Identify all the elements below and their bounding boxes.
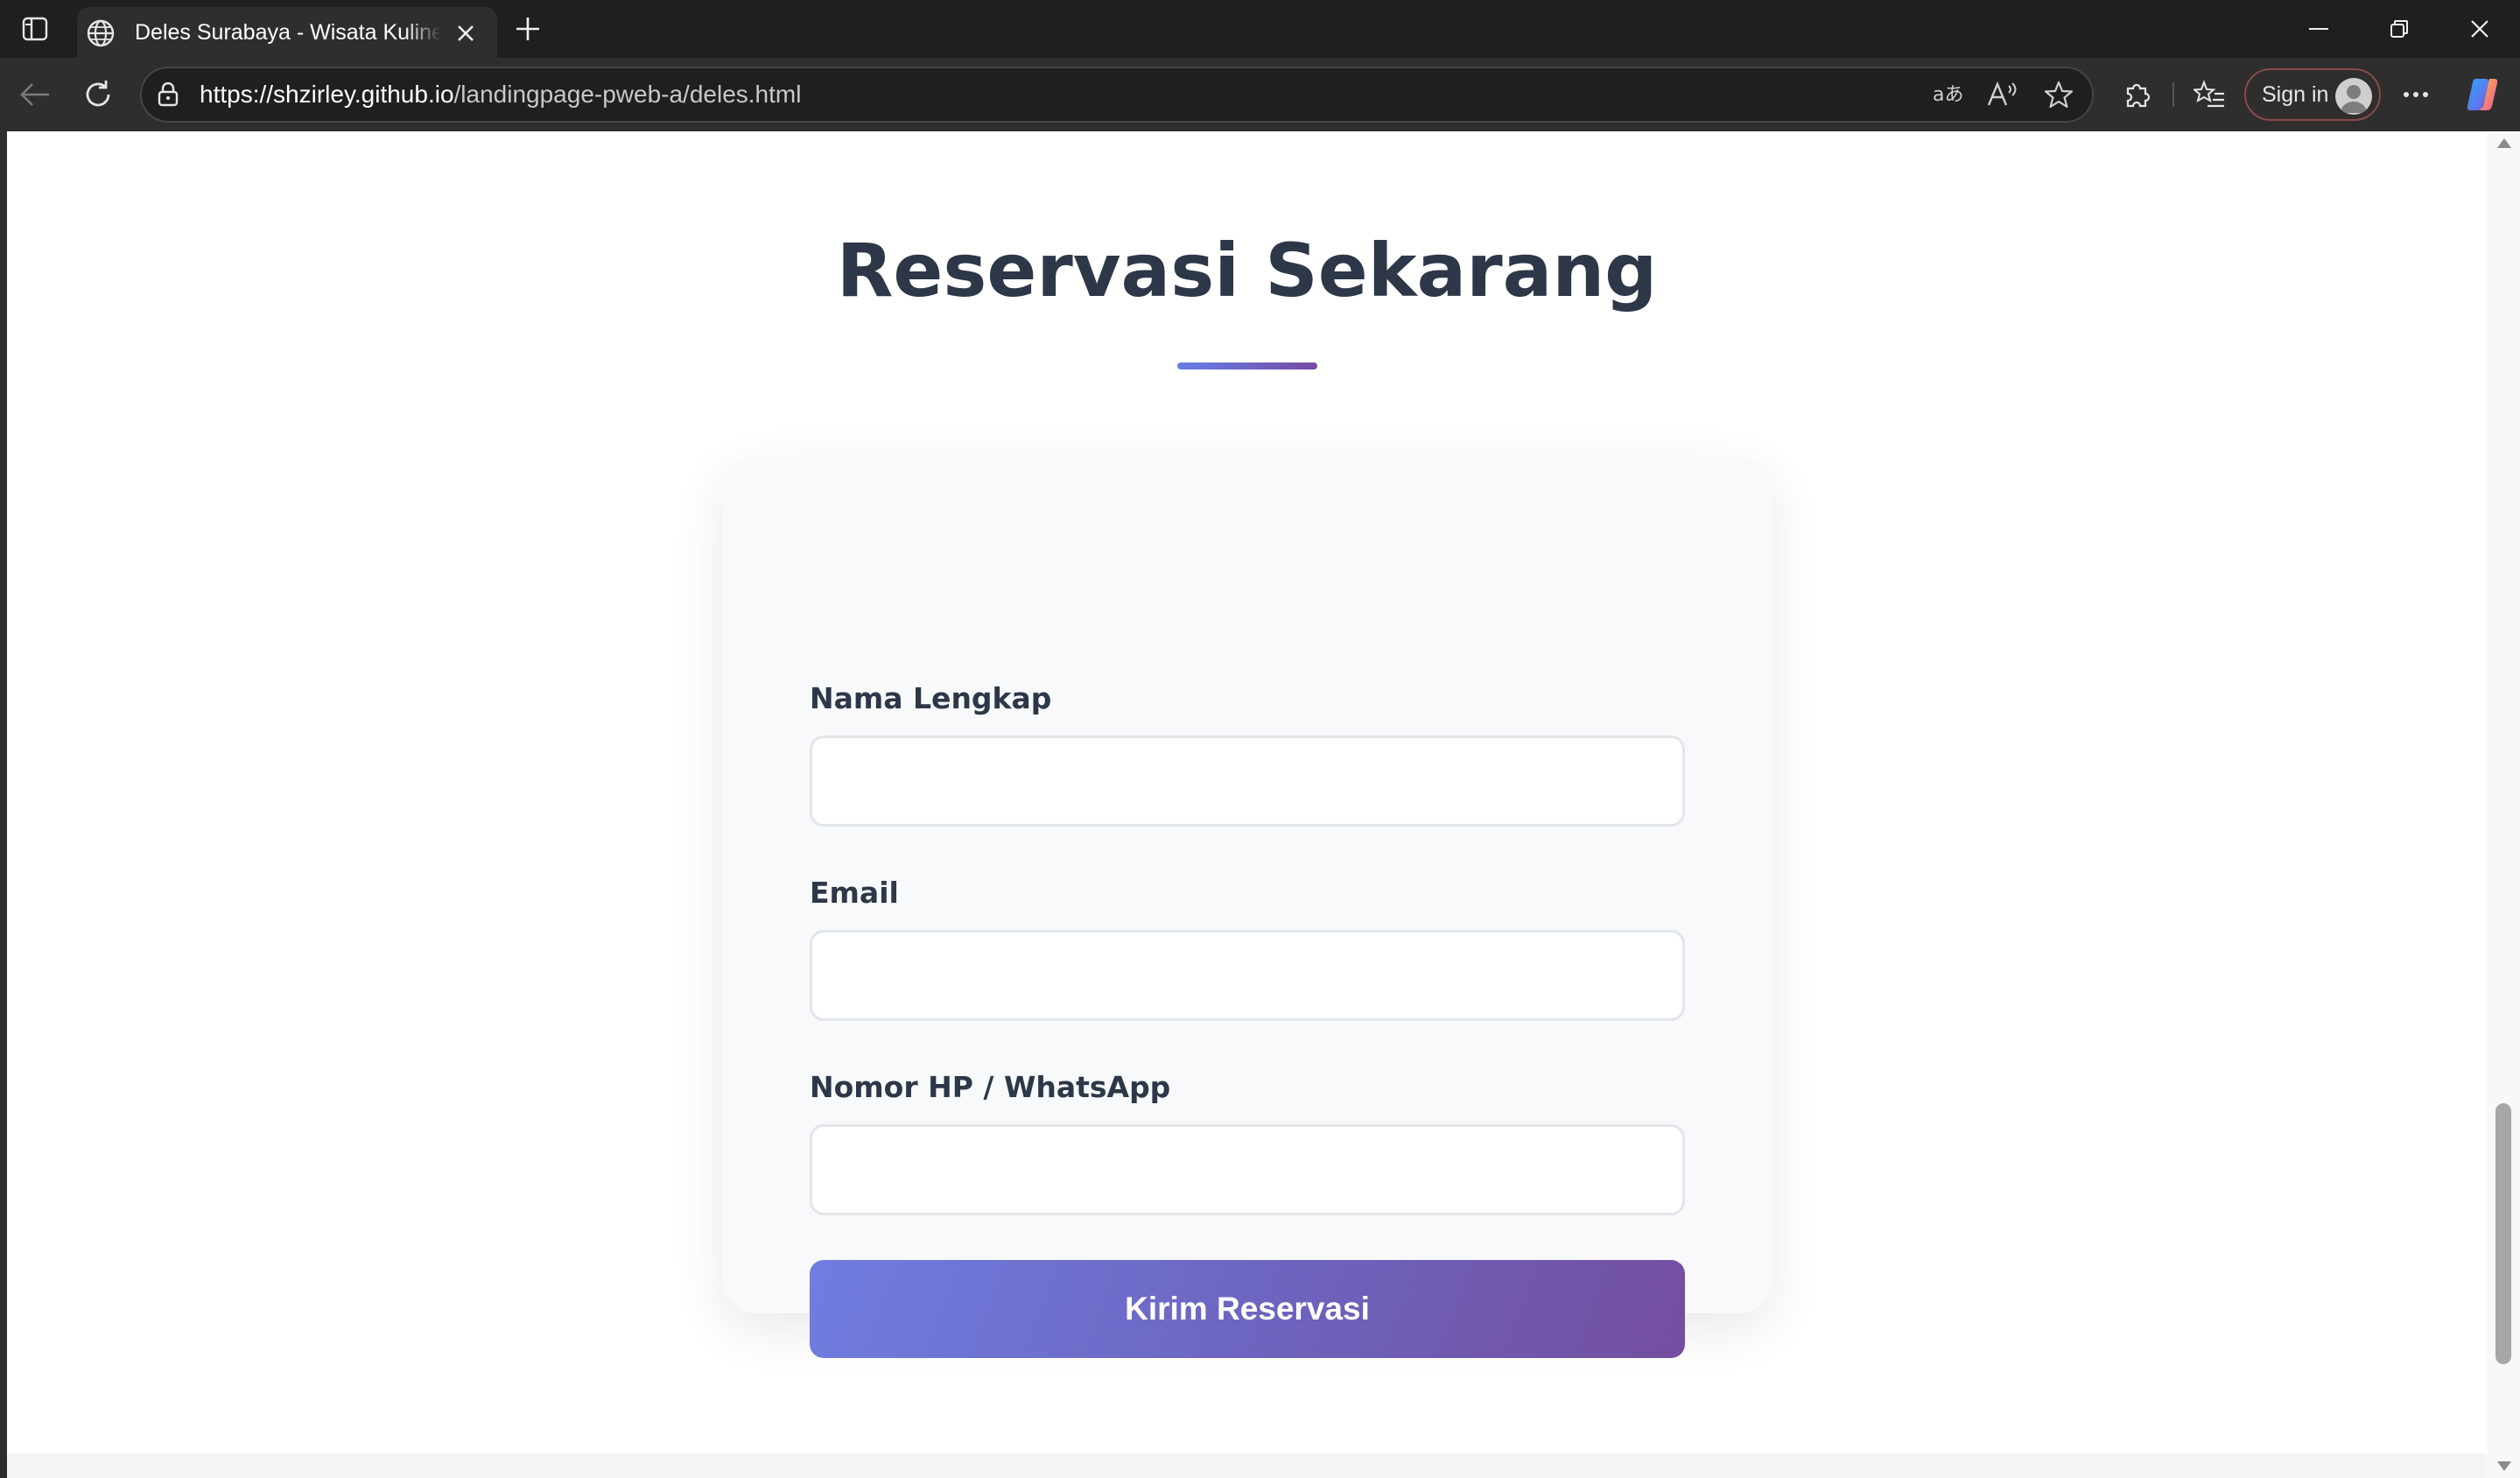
svg-text:aあ: aあ: [1933, 84, 1963, 106]
copilot-icon[interactable]: [2461, 74, 2503, 116]
puzzle-icon[interactable]: [2116, 74, 2158, 116]
page-viewport: Reservasi Sekarang Nama Lengkap Email No…: [7, 131, 2487, 1453]
window-close-icon[interactable]: [2439, 0, 2520, 58]
scroll-thumb[interactable]: [2495, 1103, 2511, 1364]
refresh-icon[interactable]: [77, 74, 119, 116]
tab-title: Deles Surabaya - Wisata Kuliner Legendar…: [135, 20, 441, 45]
submit-reservation-button[interactable]: Kirim Reservasi: [810, 1260, 1685, 1358]
more-icon[interactable]: [2395, 74, 2437, 116]
page-title: Reservasi Sekarang: [836, 228, 1658, 313]
reservation-form: Nama Lengkap Email Nomor HP / WhatsApp K…: [722, 457, 1772, 1358]
title-underline: [1177, 362, 1317, 370]
plus-icon[interactable]: [509, 11, 546, 47]
avatar: [2335, 78, 2372, 115]
favorites-list-icon[interactable]: [2188, 74, 2230, 116]
scroll-down-arrow-icon[interactable]: [2497, 1461, 2511, 1471]
scrollbar[interactable]: [2487, 131, 2520, 1478]
name-label: Nama Lengkap: [810, 681, 1052, 715]
close-icon[interactable]: [452, 19, 480, 47]
name-field[interactable]: [810, 735, 1685, 827]
window-edge: [0, 131, 7, 1478]
email-label: Email: [810, 876, 899, 910]
star-icon[interactable]: [2041, 79, 2076, 110]
minimize-icon[interactable]: [2278, 0, 2359, 58]
translate-icon[interactable]: aあ: [1931, 79, 1966, 110]
address-bar[interactable]: https://shzirley.github.io/landingpage-p…: [140, 67, 2094, 123]
tab-actions-icon[interactable]: [18, 12, 53, 46]
lock-icon[interactable]: [154, 81, 182, 109]
back-arrow-icon[interactable]: [14, 74, 56, 116]
phone-label: Nomor HP / WhatsApp: [810, 1070, 1171, 1104]
read-aloud-icon[interactable]: [1985, 79, 2020, 110]
globe-icon: [86, 18, 116, 53]
sign-in-label: Sign in: [2262, 82, 2329, 107]
active-tab[interactable]: Deles Surabaya - Wisata Kuliner Legendar…: [77, 7, 497, 58]
scroll-up-arrow-icon[interactable]: [2497, 138, 2511, 148]
sign-in-button[interactable]: Sign in: [2244, 68, 2381, 121]
footer-edge: [7, 1453, 2487, 1478]
tab-bar: Deles Surabaya - Wisata Kuliner Legendar…: [0, 0, 2520, 58]
restore-icon[interactable]: [2359, 0, 2439, 58]
browser-toolbar: https://shzirley.github.io/landingpage-p…: [0, 58, 2520, 131]
phone-field[interactable]: [810, 1124, 1685, 1215]
url-text: https://shzirley.github.io/landingpage-p…: [200, 81, 802, 108]
email-field[interactable]: [810, 930, 1685, 1021]
